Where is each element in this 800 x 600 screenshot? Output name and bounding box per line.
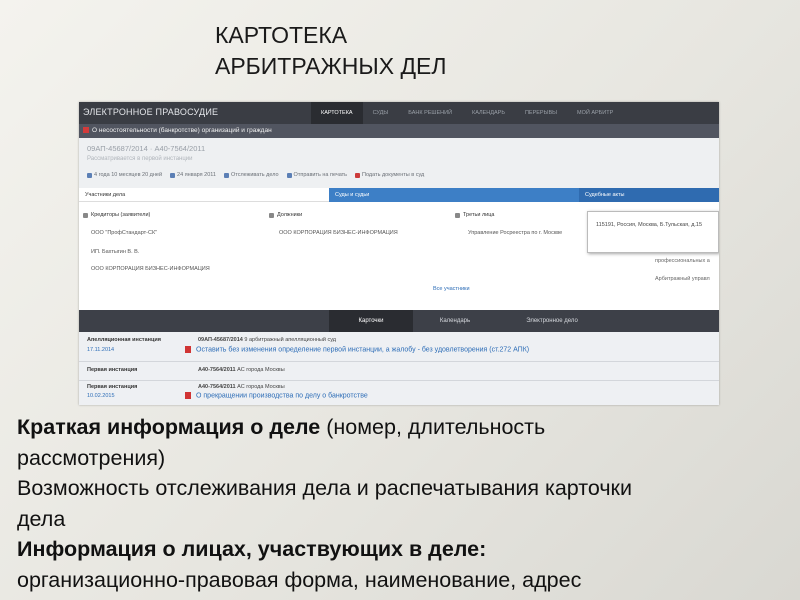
- nav-item-calendar[interactable]: Календарь: [462, 102, 515, 124]
- creditors-title: Кредиторы (заявители): [91, 212, 151, 218]
- creditors-header: Кредиторы (заявители): [83, 212, 150, 218]
- event-case-number: 09АП-45687/2014: [198, 337, 243, 343]
- event-row: Апелляционная инстанция 17.11.2014 09АП-…: [79, 332, 719, 362]
- print-button[interactable]: Отправить на печать: [286, 172, 348, 178]
- creditor-item[interactable]: ООО КОРПОРАЦИЯ БИЗНЕС-ИНФОРМАЦИЯ: [91, 266, 210, 272]
- date-item: 24 января 2011: [170, 172, 216, 178]
- event-decision-text: О прекращении производства по делу о бан…: [196, 392, 368, 400]
- pdf-icon: [185, 346, 191, 353]
- print-label: Отправить на печать: [293, 172, 348, 178]
- case-header: 09АП-45687/2014 · А40-7564/2011 Рассматр…: [79, 138, 719, 188]
- track-case-button[interactable]: Отслеживать дело: [223, 172, 279, 178]
- nav-item-my-arbitr[interactable]: Мой арбитр: [567, 102, 623, 124]
- feature-brief-info-cont: рассмотрения): [17, 445, 166, 470]
- third-party-item[interactable]: Управление Росреестра по г. Москве: [468, 230, 562, 236]
- feature-brief-info-text: (номер, длительность: [320, 415, 546, 439]
- duration-item: 4 года 10 месяцев 20 дней: [87, 172, 162, 178]
- nav-item-kartoteka[interactable]: Картотека: [311, 102, 363, 124]
- event-case: А40-7564/2011 АС города Москвы: [198, 384, 285, 390]
- third-parties-icon: [455, 212, 460, 218]
- portal-screenshot: ЭЛЕКТРОННОЕ ПРАВОСУДИЕ Картотека Суды Ба…: [79, 102, 719, 405]
- event-case: 09АП-45687/2014 9 арбитражный апелляцион…: [198, 337, 336, 343]
- tab-cards[interactable]: Карточки: [329, 310, 413, 332]
- event-case-number: А40-7564/2011: [198, 384, 236, 390]
- feature-tracking: Возможность отслеживания дела и распечат…: [17, 476, 632, 500]
- category-icon: [83, 127, 89, 134]
- slide-title-line-2: АРБИТРАЖНЫХ ДЕЛ: [215, 53, 447, 79]
- debtors-icon: [269, 212, 274, 218]
- debtors-title: Должники: [277, 212, 303, 218]
- event-court: АС города Москвы: [237, 367, 285, 373]
- tab-court-acts[interactable]: Судебные акты: [579, 188, 719, 202]
- feature-brief-info: Краткая информация о деле (номер, длител…: [17, 412, 787, 443]
- third-parties-title: Третьи лица: [463, 212, 495, 218]
- top-navigation: ЭЛЕКТРОННОЕ ПРАВОСУДИЕ Картотека Суды Ба…: [79, 102, 719, 124]
- slide-title-line-1: КАРТОТЕКА: [215, 22, 348, 48]
- feature-brief-info-title: Краткая информация о деле: [17, 415, 321, 439]
- clock-icon: [87, 172, 92, 178]
- case-number: 09АП-45687/2014 · А40-7564/2011: [87, 144, 206, 153]
- nav-item-breaks[interactable]: Перерывы: [515, 102, 567, 124]
- eye-icon: [223, 172, 229, 178]
- event-instance: Апелляционная инстанция: [87, 337, 161, 343]
- event-decision-link[interactable]: О прекращении производства по делу о бан…: [185, 392, 368, 399]
- event-row: Первая инстанция А40-7564/2011 АС города…: [79, 361, 719, 381]
- event-court: 9 арбитражный апелляционный суд: [244, 337, 336, 343]
- all-participants-link[interactable]: Все участники: [433, 286, 470, 292]
- slide-title: КАРТОТЕКА АРБИТРАЖНЫХ ДЕЛ: [215, 20, 446, 82]
- submit-icon: [355, 172, 361, 178]
- event-date[interactable]: 10.02.2015: [87, 393, 115, 399]
- tab-courts-judges[interactable]: Суды и судьи: [329, 188, 579, 202]
- debtors-header: Должники: [269, 212, 302, 218]
- event-case-number: А40-7564/2011: [198, 367, 236, 373]
- tab-electronic-case[interactable]: Электронное дело: [497, 310, 607, 332]
- feature-participants: Информация о лицах, участвующих в деле:: [17, 537, 487, 561]
- event-court: АС города Москвы: [237, 384, 285, 390]
- track-case-label: Отслеживать дело: [230, 172, 279, 178]
- portal-brand[interactable]: ЭЛЕКТРОННОЕ ПРАВОСУДИЕ: [83, 107, 218, 117]
- event-instance: Первая инстанция: [87, 384, 138, 390]
- event-row: Первая инстанция 10.02.2015 А40-7564/201…: [79, 380, 719, 405]
- event-date[interactable]: 17.11.2014: [87, 347, 114, 353]
- participant-tail-1: профессиональных а: [655, 258, 710, 264]
- debtor-item[interactable]: ООО КОРПОРАЦИЯ БИЗНЕС-ИНФОРМАЦИЯ: [279, 230, 398, 236]
- feature-list: Краткая информация о деле (номер, длител…: [17, 412, 787, 595]
- case-events: Апелляционная инстанция 17.11.2014 09АП-…: [79, 332, 719, 405]
- third-parties-header: Третьи лица: [455, 212, 494, 218]
- case-tabs: Участники дела Суды и судьи Судебные акт…: [79, 188, 719, 202]
- duration-text: 4 года 10 месяцев 20 дней: [94, 172, 163, 178]
- calendar-icon: [170, 172, 176, 178]
- case-actions: 4 года 10 месяцев 20 дней 24 января 2011…: [87, 172, 424, 178]
- nav-item-decisions[interactable]: Банк решений: [398, 102, 462, 124]
- event-decision-text: Оставить без изменения определение перво…: [196, 346, 530, 354]
- creditor-item[interactable]: ИП. Бахтыгин В. В.: [91, 249, 139, 255]
- date-text: 24 января 2011: [177, 172, 216, 178]
- submit-label: Подать документы в суд: [362, 172, 425, 178]
- tab-participants[interactable]: Участники дела: [79, 188, 329, 202]
- case-status: Рассматривается в первой инстанции: [87, 156, 193, 162]
- nav-menu: Картотека Суды Банк решений Календарь Пе…: [311, 102, 623, 124]
- creditor-item[interactable]: ООО "ПрофСтандарт-СК": [91, 230, 157, 236]
- event-case: А40-7564/2011 АС города Москвы: [198, 367, 285, 373]
- case-category-bar: О несостоятельности (банкротстве) органи…: [79, 124, 719, 138]
- creditors-icon: [83, 212, 88, 218]
- submit-documents-button[interactable]: Подать документы в суд: [355, 172, 424, 178]
- case-category: О несостоятельности (банкротстве) органи…: [92, 127, 272, 134]
- nav-item-courts[interactable]: Суды: [363, 102, 399, 124]
- print-icon: [286, 172, 292, 178]
- address-tooltip: 115191, Россия, Москва, Б.Тульская, д.15: [587, 211, 719, 253]
- event-instance: Первая инстанция: [87, 367, 138, 373]
- event-decision-link[interactable]: Оставить без изменения определение перво…: [185, 346, 529, 353]
- feature-participants-cont: организационно-правовая форма, наименова…: [17, 567, 582, 592]
- tab-calendar[interactable]: Календарь: [413, 310, 497, 332]
- pdf-icon: [185, 392, 191, 399]
- feature-tracking-cont: дела: [17, 506, 66, 531]
- participant-tail-2: Арбитражный управл: [655, 276, 710, 282]
- tooltip-address: 115191, Россия, Москва, Б.Тульская, д.15: [596, 222, 703, 228]
- case-view-tabs: Карточки Календарь Электронное дело: [79, 310, 719, 332]
